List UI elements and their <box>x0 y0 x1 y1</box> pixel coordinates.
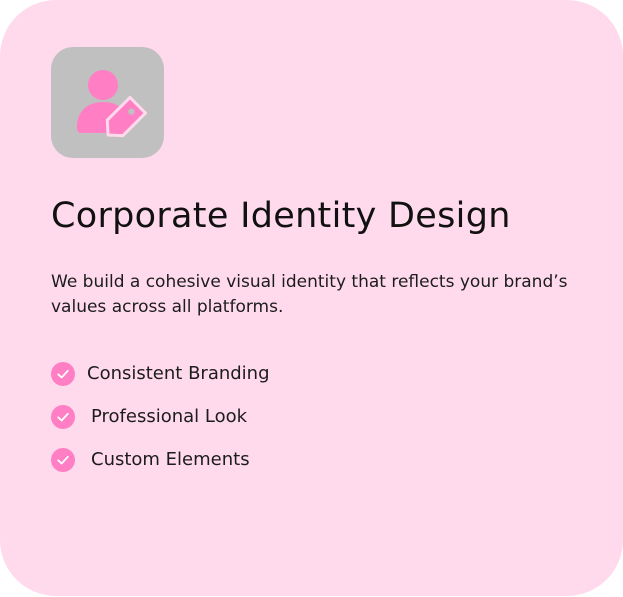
check-circle-icon <box>51 447 75 472</box>
check-circle-icon <box>51 361 75 386</box>
feature-label: Professional Look <box>91 406 248 427</box>
feature-label: Consistent Branding <box>87 363 270 384</box>
check-circle-icon <box>51 404 75 429</box>
card-description: We build a cohesive visual identity that… <box>51 272 568 317</box>
feature-item: Consistent Branding <box>51 352 270 395</box>
card-title: Corporate Identity Design <box>51 196 511 236</box>
feature-label: Custom Elements <box>91 449 250 470</box>
service-icon-tile <box>51 47 164 158</box>
user-tag-icon <box>77 70 148 138</box>
service-card: Corporate Identity Design We build a coh… <box>0 0 623 596</box>
feature-item: Professional Look <box>51 395 270 438</box>
feature-item: Custom Elements <box>51 438 270 481</box>
feature-list: Consistent Branding Professional Look Cu… <box>51 352 270 481</box>
